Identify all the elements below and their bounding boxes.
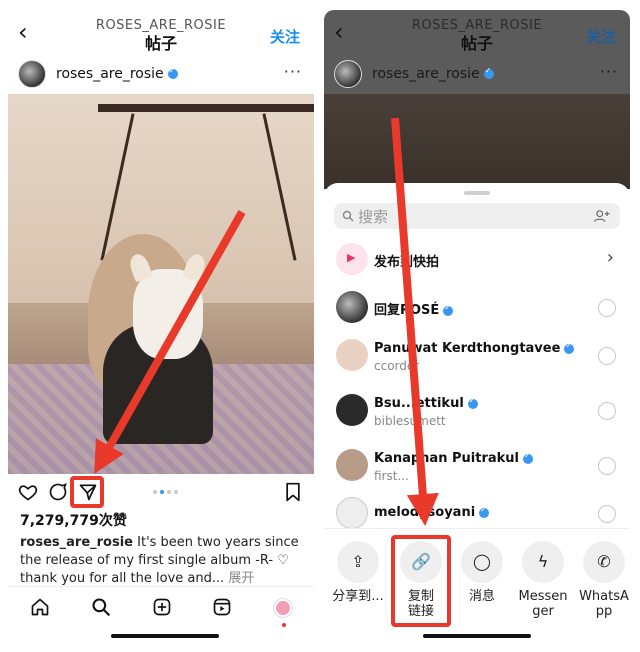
verified-badge-icon xyxy=(483,66,494,79)
add-to-story-label: 发布到快拍 xyxy=(374,255,440,270)
message-option[interactable]: ◯ 消息 xyxy=(452,541,512,604)
whatsapp-icon: ✆ xyxy=(583,541,625,583)
post-header: ‹ ROSES_ARE_ROSIE 帖子 关注 xyxy=(324,10,630,54)
avatar xyxy=(336,394,368,426)
share-highlight-box xyxy=(70,476,104,508)
messenger-label: Messen ger xyxy=(518,589,568,619)
verified-badge-icon xyxy=(167,66,178,79)
verified-badge-icon xyxy=(479,505,490,518)
select-radio[interactable] xyxy=(598,402,616,420)
like-count[interactable]: 7,279,779次赞 xyxy=(8,510,314,530)
share-sheet: 搜索 发布到快拍 › 回复ROSÉ Panuwat Kerdthongtavee… xyxy=(324,183,630,644)
search-placeholder: 搜索 xyxy=(358,208,389,226)
avatar xyxy=(336,497,368,529)
message-icon: ◯ xyxy=(461,541,503,583)
comment-icon[interactable] xyxy=(48,482,68,502)
post-author-row[interactable]: roses_are_rosie ··· xyxy=(8,54,314,94)
dimmed-post-background[interactable]: ‹ ROSES_ARE_ROSIE 帖子 关注 roses_are_rosie … xyxy=(324,10,630,189)
post-author-name[interactable]: roses_are_rosie xyxy=(56,66,178,82)
caption-expand-link[interactable]: 展开 xyxy=(228,571,254,586)
messenger-option[interactable]: ϟ Messen ger xyxy=(513,541,573,619)
message-label: 消息 xyxy=(468,589,495,604)
page-title: 帖子 xyxy=(144,34,177,53)
verified-badge-icon xyxy=(564,341,575,354)
profile-tab-avatar[interactable] xyxy=(274,599,292,627)
carousel-indicator xyxy=(153,490,178,494)
post-header: ‹ ROSES_ARE_ROSIE 帖子 关注 xyxy=(8,10,314,54)
share-upload-icon: ⇪ xyxy=(337,541,379,583)
dimmed-post-photo xyxy=(324,94,630,189)
caption-username[interactable]: roses_are_rosie xyxy=(20,535,133,550)
messenger-icon: ϟ xyxy=(522,541,564,583)
screenshot-composite: ‹ ROSES_ARE_ROSIE 帖子 关注 roses_are_rosie … xyxy=(0,0,640,652)
whatsapp-option[interactable]: ✆ WhatsA pp xyxy=(574,541,630,619)
search-icon[interactable] xyxy=(91,597,111,617)
more-options-icon[interactable]: ··· xyxy=(284,62,302,81)
carousel-dot xyxy=(167,490,171,494)
avatar[interactable] xyxy=(18,60,46,88)
avatar xyxy=(336,449,368,481)
bookmark-icon[interactable] xyxy=(284,482,302,502)
contact-row[interactable]: Bsu...ettikul biblesumett xyxy=(334,386,620,436)
sheet-drag-handle[interactable] xyxy=(464,191,490,195)
contact-row[interactable]: Panuwat Kerdthongtavee ccorder xyxy=(334,331,620,381)
contact-row[interactable]: 回复ROSÉ xyxy=(334,283,620,333)
story-icon xyxy=(336,243,368,275)
contact-name: Panuwat Kerdthongtavee xyxy=(374,341,575,356)
select-radio[interactable] xyxy=(598,457,616,475)
contact-name: melodysoyani xyxy=(374,505,490,520)
photo-table xyxy=(98,104,314,112)
heart-icon[interactable] xyxy=(18,482,38,502)
follow-button[interactable]: 关注 xyxy=(586,26,616,47)
contact-name: Bsu...ettikul xyxy=(374,396,478,411)
select-radio[interactable] xyxy=(598,505,616,523)
home-indicator xyxy=(423,634,531,638)
contact-row[interactable]: Kanaphan Puitrakul first... xyxy=(334,441,620,491)
bottom-tab-bar xyxy=(8,586,314,644)
share-to-label: 分享到... xyxy=(332,589,384,604)
carousel-dot xyxy=(174,490,178,494)
follow-button[interactable]: 关注 xyxy=(270,26,300,47)
verified-badge-icon xyxy=(443,303,454,316)
post-author-name[interactable]: roses_are_rosie xyxy=(372,66,494,82)
select-radio[interactable] xyxy=(598,347,616,365)
avatar xyxy=(336,291,368,323)
chevron-right-icon: › xyxy=(606,247,614,268)
contact-name: 回复ROSÉ xyxy=(374,299,454,318)
new-post-icon[interactable] xyxy=(152,597,172,617)
post-author-row[interactable]: roses_are_rosie ··· xyxy=(324,54,630,94)
carousel-dot xyxy=(153,490,157,494)
post-screen: ‹ ROSES_ARE_ROSIE 帖子 关注 roses_are_rosie … xyxy=(8,10,314,644)
whatsapp-label: WhatsA pp xyxy=(579,589,629,619)
contact-username: biblesumett xyxy=(374,414,446,428)
search-icon xyxy=(342,210,354,222)
verified-badge-icon xyxy=(467,396,478,409)
post-caption: roses_are_rosie It's been two years sinc… xyxy=(8,530,314,588)
post-actions xyxy=(8,474,314,510)
more-options-icon[interactable]: ··· xyxy=(600,62,618,81)
share-to-option[interactable]: ⇪ 分享到... xyxy=(328,541,388,604)
share-sheet-screen: ‹ ROSES_ARE_ROSIE 帖子 关注 roses_are_rosie … xyxy=(324,10,630,644)
contact-username: first... xyxy=(374,469,409,483)
home-indicator xyxy=(111,634,219,638)
contact-username: ccorder xyxy=(374,359,420,373)
page-title: 帖子 xyxy=(460,34,493,53)
verified-badge-icon xyxy=(522,451,533,464)
copy-link-highlight-box xyxy=(391,535,451,627)
avatar[interactable] xyxy=(334,60,362,88)
search-input[interactable]: 搜索 xyxy=(334,203,620,229)
share-options-bar: ⇪ 分享到... 🔗 复制 链接 ◯ 消息 ϟ Messen ger ✆ Wha… xyxy=(324,528,630,644)
add-to-story-row[interactable]: 发布到快拍 › xyxy=(334,235,620,285)
add-people-icon[interactable] xyxy=(594,209,610,223)
contact-name: Kanaphan Puitrakul xyxy=(374,451,533,466)
home-icon[interactable] xyxy=(30,597,50,617)
avatar xyxy=(336,339,368,371)
reels-icon[interactable] xyxy=(212,597,232,617)
carousel-dot xyxy=(160,490,164,494)
select-radio[interactable] xyxy=(598,299,616,317)
post-photo[interactable] xyxy=(8,94,314,474)
photo-dog xyxy=(133,269,203,359)
